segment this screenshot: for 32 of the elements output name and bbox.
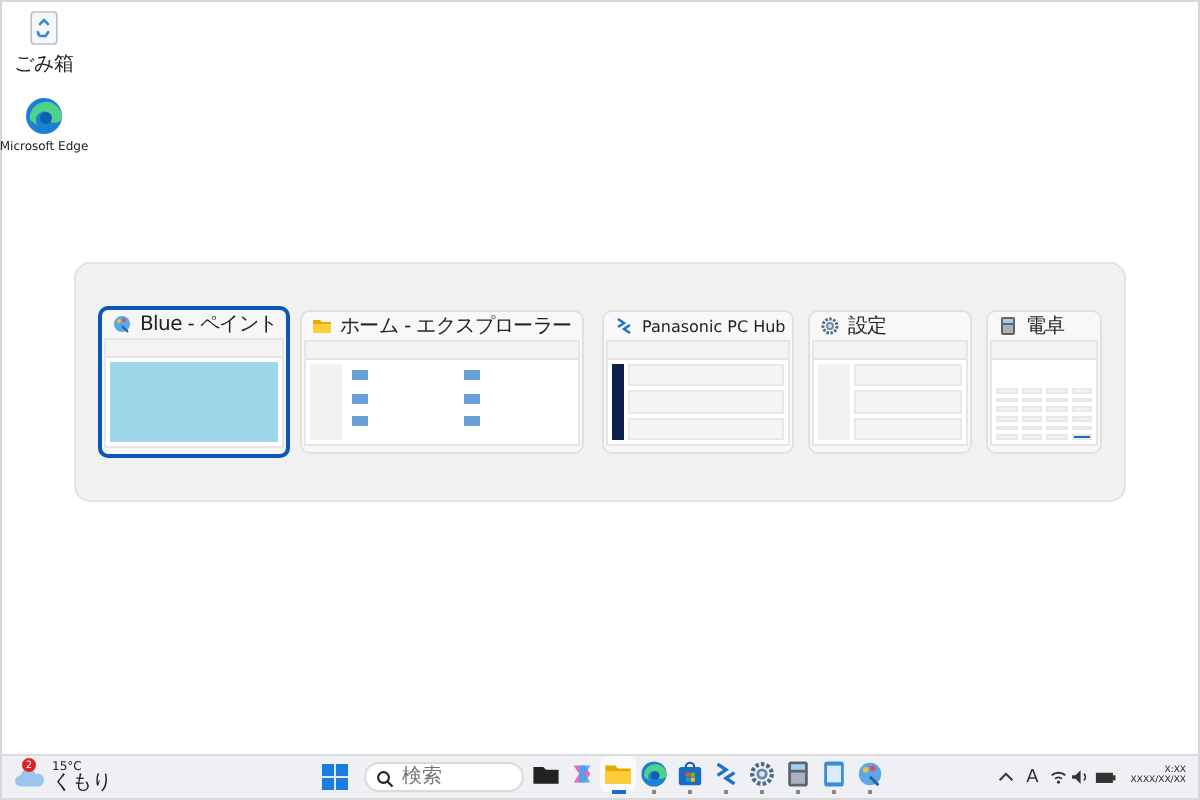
paint-palette-icon[interactable] [856,760,884,789]
window-title: ホーム - エクスプローラー [340,313,572,340]
calculator-icon[interactable] [784,760,812,789]
calculator-icon [998,316,1018,336]
chevron-up-icon[interactable] [998,772,1015,782]
network-volume-battery-icons[interactable] [1050,768,1119,786]
folder-icon [312,316,332,336]
input-mode-indicator[interactable]: A [1026,767,1039,787]
window-title: Blue - ペイント [140,312,278,338]
edge-icon[interactable] [24,96,64,136]
pc-hub-icon [614,316,634,336]
window-title: Panasonic PC Hub [642,317,786,335]
search-field[interactable]: 検索 [364,762,524,792]
store-bag-icon[interactable] [676,760,704,789]
pc-hub-icon[interactable] [712,760,740,789]
window-card[interactable]: 電卓 [986,310,1102,454]
weather-condition-label: くもり [52,773,112,793]
settings-icon[interactable] [748,760,776,789]
window-thumbnail [990,340,1098,446]
window-card[interactable]: Panasonic PC Hub [602,310,794,454]
window-card[interactable]: Blue - ペイント [98,306,290,458]
paint-palette-icon [112,314,132,334]
window-card[interactable]: 設定 [808,310,972,454]
settings-icon [820,316,840,336]
notepad-icon[interactable] [820,760,848,789]
desktop-icon-label[interactable]: ごみ箱 [14,50,74,78]
recycle-bin-icon[interactable] [28,10,60,46]
window-title: 電卓 [1026,313,1065,340]
window-title: 設定 [848,313,887,340]
window-card[interactable]: ホーム - エクスプローラー [300,310,584,454]
edge-icon[interactable] [640,760,668,789]
start-icon[interactable] [322,764,348,790]
